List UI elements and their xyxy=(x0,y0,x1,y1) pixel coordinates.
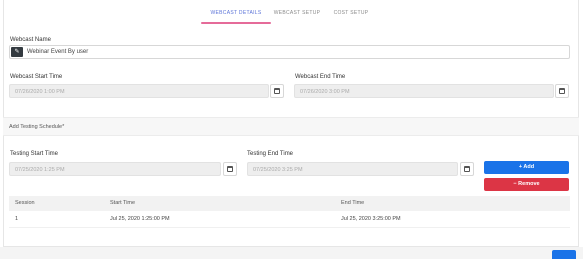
webcast-start-value: 07/26/2020 1:00 PM xyxy=(15,89,65,95)
column-header-end-time: End Time xyxy=(341,200,365,206)
remove-button[interactable]: − Remove xyxy=(484,178,569,191)
testing-start-calendar-button[interactable] xyxy=(223,162,237,176)
webcast-name-field[interactable]: ✎ Webinar Event By user xyxy=(9,45,570,59)
cell-start-time: Jul 25, 2020 1:25:00 PM xyxy=(110,216,170,222)
section-title: Add Testing Schedule* xyxy=(9,124,65,130)
tab-cost-setup[interactable]: COST SETUP xyxy=(328,9,374,23)
tab-bar: WEBCAST DETAILS WEBCAST SETUP COST SETUP xyxy=(0,9,583,24)
webcast-end-input[interactable]: 07/26/2020 3:00 PM xyxy=(294,84,554,98)
webcast-end-calendar-button[interactable] xyxy=(555,84,569,98)
pencil-icon: ✎ xyxy=(11,47,23,57)
calendar-icon xyxy=(559,88,565,94)
webcast-start-label: Webcast Start Time xyxy=(10,74,63,80)
webcast-start-input[interactable]: 07/26/2020 1:00 PM xyxy=(9,84,269,98)
testing-end-calendar-button[interactable] xyxy=(460,162,474,176)
webcast-name-label: Webcast Name xyxy=(10,37,51,43)
calendar-icon xyxy=(464,166,470,172)
testing-start-label: Testing Start Time xyxy=(10,151,59,157)
column-header-session: Session xyxy=(15,200,35,206)
testing-end-input[interactable]: 07/25/2020 3:25 PM xyxy=(247,162,458,176)
calendar-icon xyxy=(274,88,280,94)
cell-session: 1 xyxy=(15,216,19,222)
testing-start-placeholder: 07/25/2020 1:25 PM xyxy=(15,167,65,173)
add-button[interactable]: + Add xyxy=(484,161,569,174)
table-row[interactable]: 1 Jul 25, 2020 1:25:00 PM Jul 25, 2020 3… xyxy=(9,211,570,228)
calendar-icon xyxy=(227,166,233,172)
testing-end-label: Testing End Time xyxy=(247,151,294,157)
cell-end-time: Jul 25, 2020 3:25:00 PM xyxy=(341,216,401,222)
next-button[interactable] xyxy=(552,250,576,259)
webcast-name-value[interactable]: Webinar Event By user xyxy=(27,48,88,57)
webcast-start-calendar-button[interactable] xyxy=(270,84,284,98)
testing-start-input[interactable]: 07/25/2020 1:25 PM xyxy=(9,162,221,176)
schedule-table-header: Session Start Time End Time xyxy=(9,196,570,211)
testing-end-placeholder: 07/25/2020 3:25 PM xyxy=(253,167,303,173)
footer-strip xyxy=(0,247,583,259)
webcast-end-value: 07/26/2020 3:00 PM xyxy=(300,89,350,95)
tab-webcast-setup[interactable]: WEBCAST SETUP xyxy=(271,9,323,23)
testing-schedule-header: Add Testing Schedule* xyxy=(3,117,579,136)
column-header-start-time: Start Time xyxy=(110,200,136,206)
webcast-end-label: Webcast End Time xyxy=(295,74,346,80)
tab-webcast-details[interactable]: WEBCAST DETAILS xyxy=(201,9,271,24)
